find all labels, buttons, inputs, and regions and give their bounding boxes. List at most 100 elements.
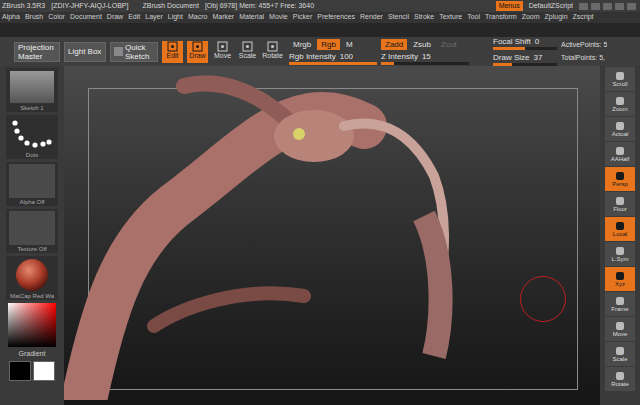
slider-track bbox=[381, 62, 469, 65]
slider[interactable]: Draw Size37 bbox=[493, 53, 557, 66]
window-control-icon[interactable] bbox=[579, 3, 588, 10]
menu-item[interactable]: Zoom bbox=[522, 12, 540, 23]
shelf-slot[interactable]: Texture Off bbox=[6, 209, 58, 253]
menu-item[interactable]: Stroke bbox=[414, 12, 434, 23]
view-button[interactable]: Frame bbox=[605, 292, 635, 316]
shelf-slot[interactable]: Alpha Off bbox=[6, 162, 58, 206]
mode-button[interactable]: Rgb bbox=[317, 39, 340, 50]
menu-item[interactable]: Preferences bbox=[317, 12, 355, 23]
view-button[interactable]: L.Sym bbox=[605, 242, 635, 266]
window-control-icon[interactable] bbox=[603, 3, 612, 10]
view-tool-icon bbox=[614, 146, 626, 156]
shelf-button[interactable]: Light Box bbox=[64, 42, 106, 62]
menu-item[interactable]: Alpha bbox=[2, 12, 20, 23]
slider-value: 100 bbox=[340, 52, 353, 62]
transform-button[interactable]: Move bbox=[212, 41, 233, 63]
view-button[interactable]: Scroll bbox=[605, 67, 635, 91]
menu-item[interactable]: Picker bbox=[293, 12, 312, 23]
view-button[interactable]: Xyz bbox=[605, 267, 635, 291]
slider-track bbox=[493, 47, 557, 50]
canvas[interactable] bbox=[64, 66, 600, 405]
slider-label: Z Intensity bbox=[381, 52, 418, 62]
menu-item[interactable]: Render bbox=[360, 12, 383, 23]
view-tool-icon bbox=[614, 121, 626, 131]
slider-fill bbox=[381, 62, 394, 65]
view-button[interactable]: Actual bbox=[605, 117, 635, 141]
material-sphere-icon bbox=[9, 258, 55, 292]
menu-item[interactable]: Transform bbox=[485, 12, 517, 23]
menu-item[interactable]: Texture bbox=[439, 12, 462, 23]
view-button[interactable]: AAHalf bbox=[605, 142, 635, 166]
transform-button[interactable]: Rotate bbox=[262, 41, 283, 63]
window-control-icon[interactable] bbox=[627, 3, 636, 10]
sketch-thumb-icon bbox=[9, 70, 55, 104]
menu-item[interactable]: Marker bbox=[212, 12, 234, 23]
mode-button[interactable]: Zsub bbox=[409, 39, 435, 50]
shelf-button[interactable]: Projection Master bbox=[14, 42, 60, 62]
transform-icon bbox=[192, 41, 203, 52]
transform-icon bbox=[167, 41, 178, 52]
view-button[interactable]: Move bbox=[605, 317, 635, 341]
window-control-icon[interactable] bbox=[591, 3, 600, 10]
menu-item[interactable]: Zplugin bbox=[545, 12, 568, 23]
menu-bar: Alpha Brush Color Document Draw Edit Layer Ligh… bbox=[0, 12, 640, 23]
mode-button[interactable]: Zcut bbox=[437, 39, 461, 50]
shelf-slot[interactable]: Dots bbox=[6, 115, 58, 159]
menu-item[interactable]: Brush bbox=[25, 12, 43, 23]
script-name: DefaultZScript bbox=[529, 1, 573, 12]
transform-button[interactable]: Scale bbox=[237, 41, 258, 63]
point-stat: ActivePoints: 5 bbox=[561, 40, 607, 51]
zbrush-window: ZBrush 3.5R3[ZDIY-JHFY-AIQJ-LOBP]ZBrush … bbox=[0, 0, 640, 405]
color-picker[interactable] bbox=[8, 303, 56, 347]
license-code: [ZDIY-JHFY-AIQJ-LOBP] bbox=[51, 1, 128, 12]
shelf-button[interactable]: Quick Sketch bbox=[110, 42, 158, 62]
window-control-icon[interactable] bbox=[615, 3, 624, 10]
slider[interactable]: Focal Shift0 bbox=[493, 37, 557, 50]
slider[interactable]: Z Intensity 15 bbox=[381, 52, 469, 65]
view-button[interactable]: Floor bbox=[605, 192, 635, 216]
transform-icon bbox=[242, 41, 253, 52]
mode-button[interactable]: Mrgb bbox=[289, 39, 315, 50]
mode-button[interactable]: Zadd bbox=[381, 39, 407, 50]
sculpt-model-icon bbox=[64, 66, 600, 400]
view-button[interactable]: Scale bbox=[605, 342, 635, 366]
transform-icon bbox=[267, 41, 278, 52]
menu-item[interactable]: Document bbox=[70, 12, 102, 23]
menu-item[interactable]: Edit bbox=[128, 12, 140, 23]
view-tool-icon bbox=[614, 246, 626, 256]
dots-icon bbox=[9, 117, 55, 151]
view-tool-icon bbox=[614, 171, 626, 181]
mode-button[interactable]: M bbox=[342, 39, 357, 50]
slider-fill bbox=[493, 47, 525, 50]
view-tool-icon bbox=[614, 371, 626, 381]
menu-item[interactable]: Layer bbox=[145, 12, 163, 23]
secondary-color-swatch[interactable] bbox=[33, 361, 55, 381]
view-button[interactable]: Zoom bbox=[605, 92, 635, 116]
view-tool-icon bbox=[614, 221, 626, 231]
transform-button[interactable]: Draw bbox=[187, 41, 208, 63]
transform-button[interactable]: Edit bbox=[162, 41, 183, 63]
view-tool-icon bbox=[614, 271, 626, 281]
view-button[interactable]: Local bbox=[605, 217, 635, 241]
menu-item[interactable]: Macro bbox=[188, 12, 207, 23]
menus-button[interactable]: Menus bbox=[496, 1, 523, 12]
menu-item[interactable]: Tool bbox=[467, 12, 480, 23]
view-tool-icon bbox=[614, 96, 626, 106]
menu-item[interactable]: Stencil bbox=[388, 12, 409, 23]
menu-item[interactable]: Zscript bbox=[573, 12, 594, 23]
menu-item[interactable]: Draw bbox=[107, 12, 123, 23]
main-color-swatch[interactable] bbox=[9, 361, 31, 381]
menu-item[interactable]: Material bbox=[239, 12, 264, 23]
slider-value: 15 bbox=[422, 52, 431, 62]
view-tool-icon bbox=[614, 196, 626, 206]
view-button[interactable]: Persp bbox=[605, 167, 635, 191]
menu-item[interactable]: Color bbox=[48, 12, 65, 23]
shelf-slot[interactable]: Sketch 1 bbox=[6, 68, 58, 112]
shelf-slot[interactable]: MatCap Red Wa bbox=[6, 256, 58, 300]
view-tool-icon bbox=[614, 346, 626, 356]
menu-item[interactable]: Movie bbox=[269, 12, 288, 23]
view-button[interactable]: Rotate bbox=[605, 367, 635, 391]
transform-icon bbox=[217, 41, 228, 52]
slider[interactable]: Rgb Intensity100 bbox=[289, 52, 377, 65]
menu-item[interactable]: Light bbox=[168, 12, 183, 23]
